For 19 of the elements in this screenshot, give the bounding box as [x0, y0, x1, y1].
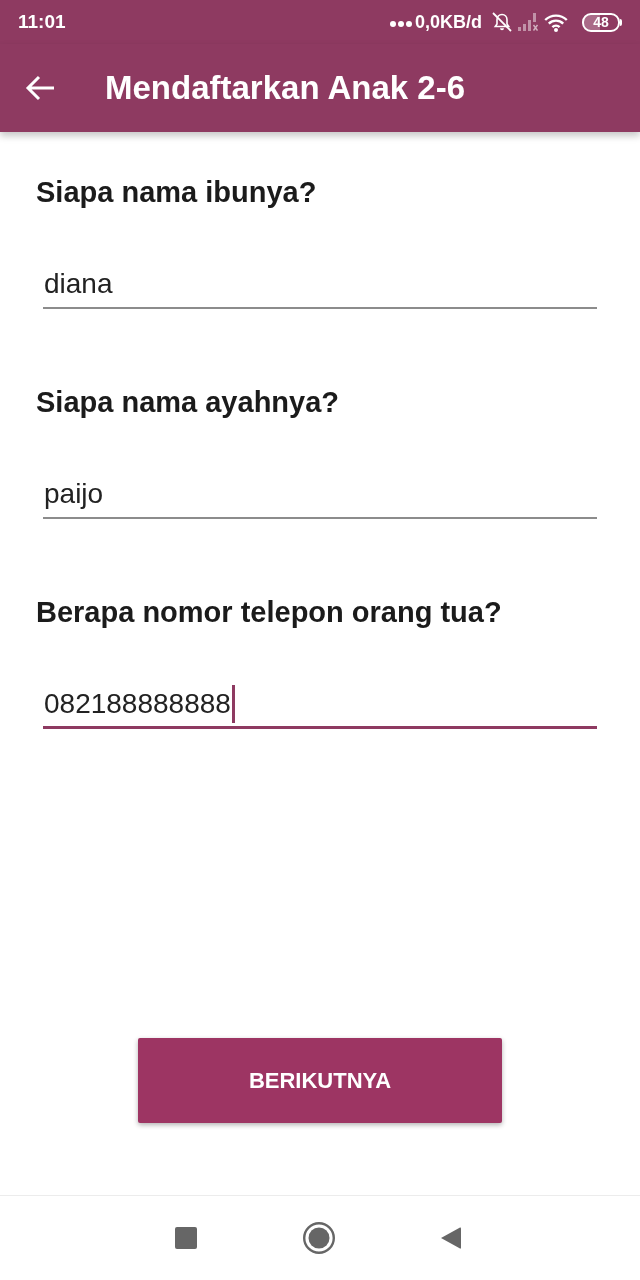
question-label: Siapa nama ibunya?: [36, 175, 318, 209]
home-icon[interactable]: [303, 1222, 335, 1254]
screen-title: Mendaftarkan Anak 2-6: [105, 69, 466, 107]
data-speed: 0,0KB/d: [414, 11, 482, 33]
back-icon[interactable]: [441, 1227, 461, 1249]
bell-off-icon: [492, 12, 512, 32]
input-field[interactable]: paijo: [43, 471, 597, 519]
back-arrow-icon[interactable]: [25, 75, 55, 101]
next-button[interactable]: BERIKUTNYA: [138, 1038, 502, 1123]
input-field[interactable]: 082188888888: [43, 681, 597, 729]
battery-indicator: 48: [582, 12, 622, 32]
question-label: Berapa nomor telepon orang tua?: [36, 595, 503, 629]
signal-icon: [518, 13, 538, 31]
question-label: Siapa nama ayahnya?: [36, 385, 341, 419]
text-cursor-icon: [231, 684, 235, 723]
input-field[interactable]: diana: [43, 261, 597, 309]
wifi-icon: [544, 12, 568, 32]
status-time: 11:01: [18, 11, 66, 33]
more-dots-icon: [389, 21, 412, 27]
